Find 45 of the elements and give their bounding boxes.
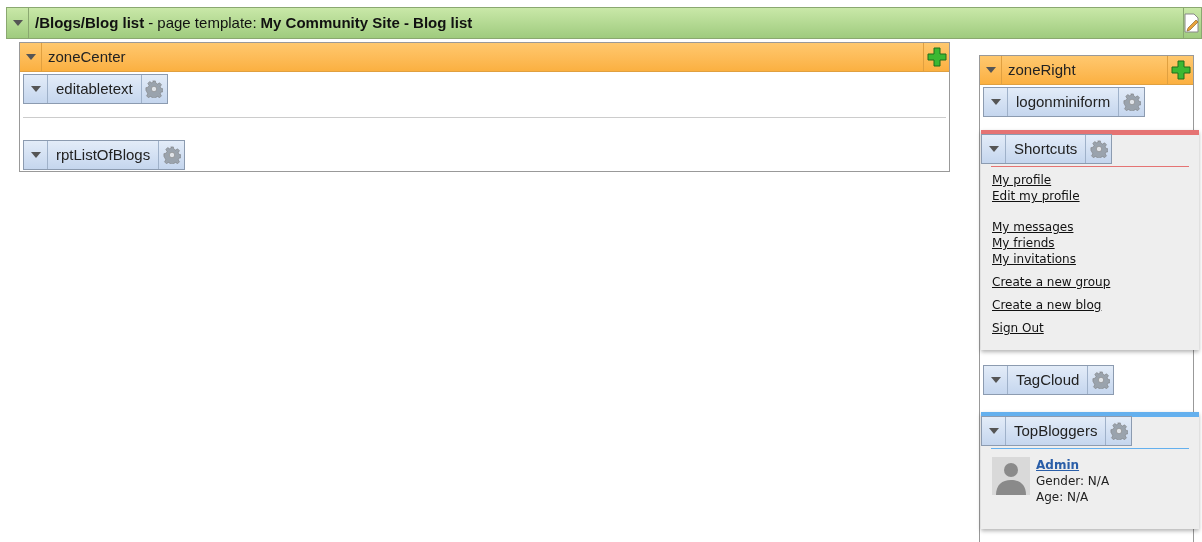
caret-icon: [985, 67, 996, 73]
webpart-title: TagCloud: [1015, 369, 1081, 390]
caret-icon: [30, 152, 41, 158]
webpart-title: rptListOfBlogs: [55, 144, 152, 165]
caret-icon: [12, 20, 23, 26]
shortcut-link[interactable]: Edit my profile: [992, 188, 1188, 204]
webpart-title: TopBloggers: [1013, 420, 1099, 441]
shortcut-link[interactable]: My messages: [992, 219, 1188, 235]
caret-icon: [988, 428, 999, 434]
webpart-title: Shortcuts: [1013, 138, 1079, 159]
settings-icon: [1122, 93, 1141, 111]
caret-icon: [30, 86, 41, 92]
shortcut-link[interactable]: Sign Out: [992, 320, 1188, 336]
webpart-header[interactable]: Shortcuts: [981, 134, 1113, 164]
webpart-title: editabletext: [55, 78, 134, 99]
webpart-header[interactable]: editabletext: [23, 74, 168, 104]
webpart-header[interactable]: TagCloud: [983, 365, 1115, 395]
user-link[interactable]: Admin: [1036, 457, 1110, 473]
settings-icon: [1109, 422, 1128, 440]
settings-icon: [145, 80, 164, 98]
zone-title: zoneRight: [1007, 59, 1077, 80]
add-icon: [1170, 60, 1191, 80]
edit-page-icon[interactable]: [1184, 13, 1200, 33]
caret-icon: [25, 54, 36, 60]
gender-text: Gender: N/A: [1036, 473, 1110, 489]
settings-icon: [1091, 371, 1110, 389]
caret-icon: [990, 99, 1001, 105]
add-icon: [926, 47, 947, 67]
shortcut-link[interactable]: My profile: [992, 172, 1188, 188]
webpart-header[interactable]: TopBloggers: [981, 416, 1133, 446]
caret-icon: [988, 146, 999, 152]
webpart-title: logonminiform: [1015, 91, 1112, 112]
caret-icon: [990, 377, 1001, 383]
webpart-header[interactable]: rptListOfBlogs: [23, 140, 186, 170]
shortcut-link[interactable]: Create a new blog: [992, 297, 1188, 313]
page-path: /Blogs/Blog list - page template: My Community Site - Blog list: [34, 12, 474, 33]
shortcut-link[interactable]: My invitations: [992, 251, 1188, 267]
shortcut-link[interactable]: Create a new group: [992, 274, 1188, 290]
age-text: Age: N/A: [1036, 489, 1090, 505]
settings-icon: [1089, 140, 1108, 158]
settings-icon: [162, 146, 181, 164]
avatar-icon: [992, 457, 1030, 495]
webpart-header[interactable]: logonminiform: [983, 87, 1146, 117]
shortcut-link[interactable]: My friends: [992, 235, 1188, 251]
zone-title: zoneCenter: [47, 46, 127, 67]
